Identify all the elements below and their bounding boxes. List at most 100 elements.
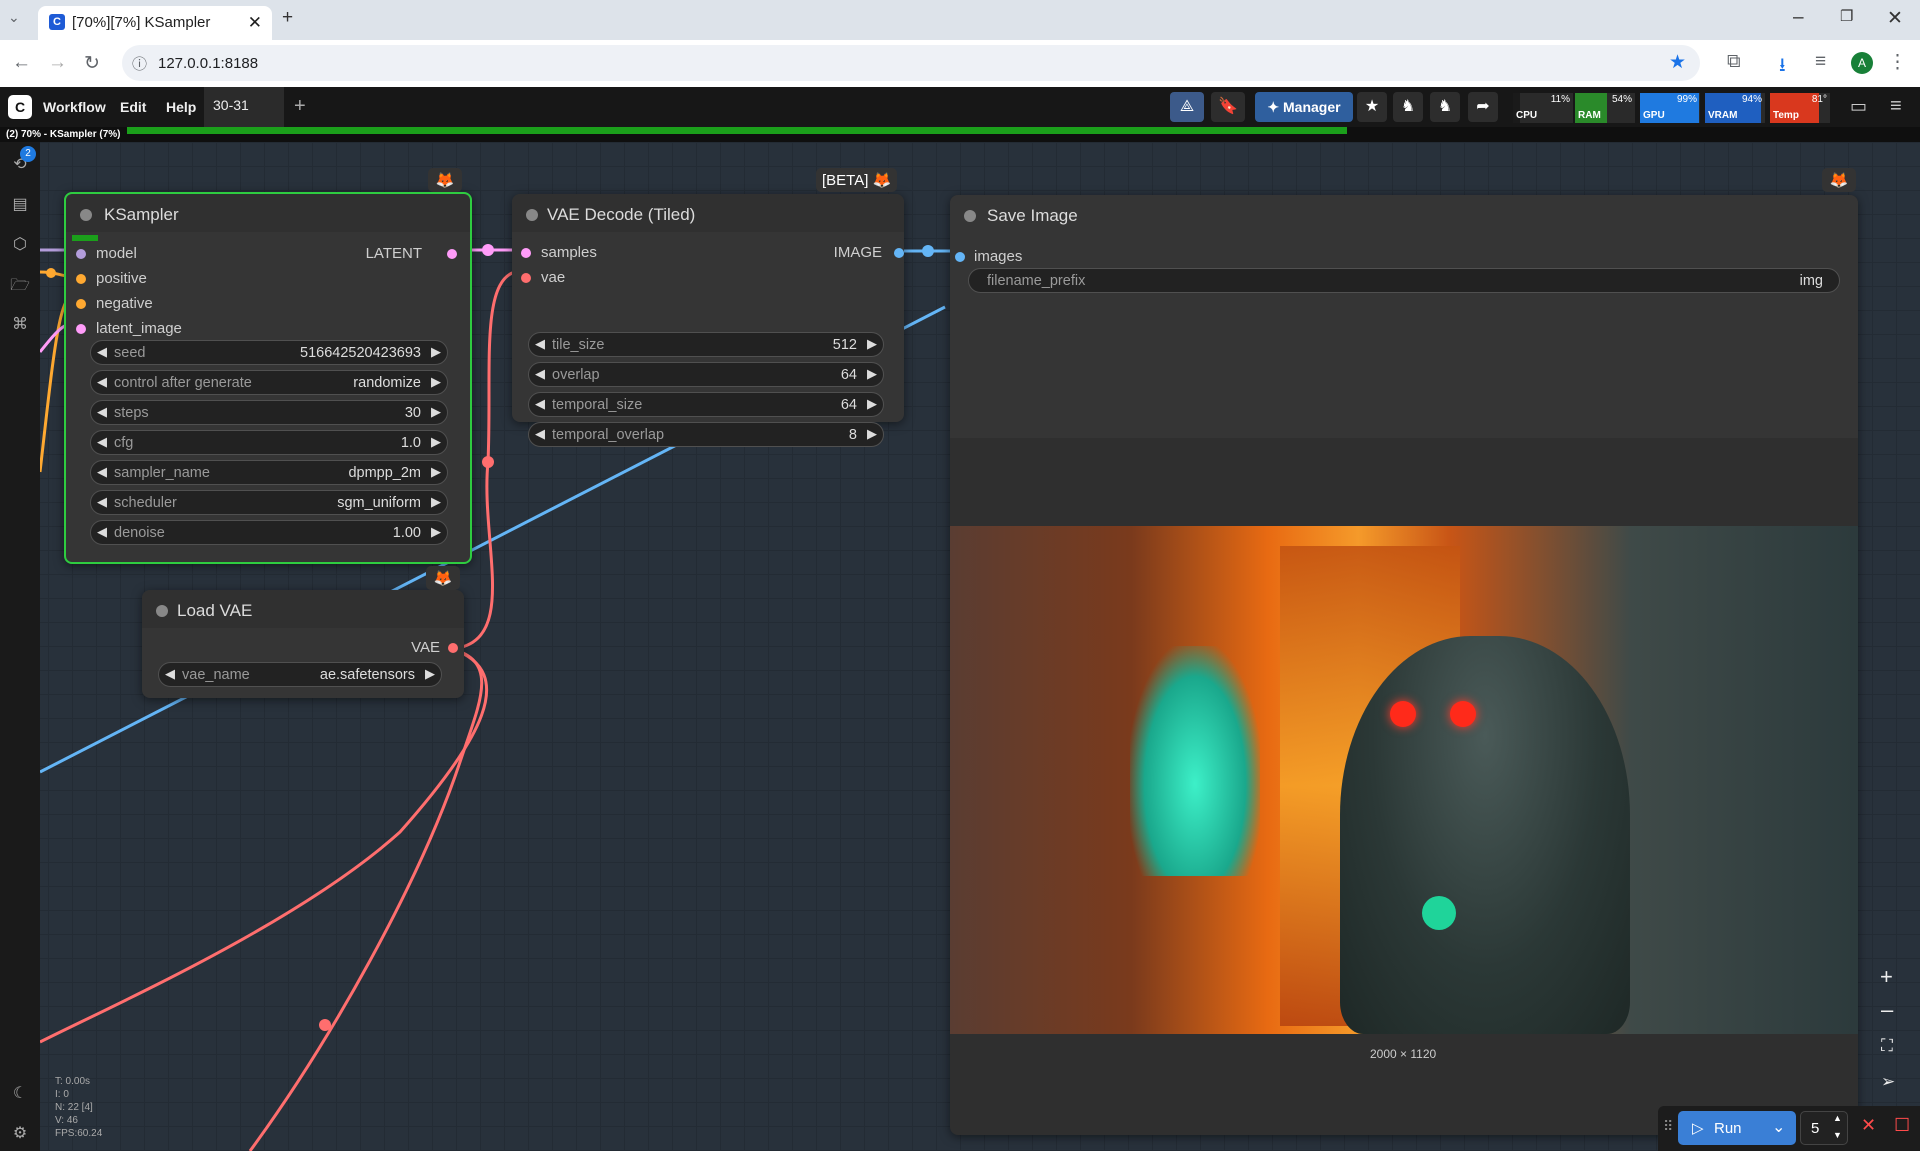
menu-edit[interactable]: Edit <box>120 99 146 115</box>
decrement-arrow-icon[interactable]: ◀ <box>97 494 107 510</box>
widget-control-after-generate[interactable]: ◀ control after generate randomize ▶ <box>90 370 448 395</box>
widget-sampler-name[interactable]: ◀ sampler_name dpmpp_2m ▶ <box>90 460 448 485</box>
menu-workflow[interactable]: Workflow <box>43 99 106 115</box>
select-mode-icon[interactable]: ➢ <box>1881 1072 1895 1092</box>
widget-seed[interactable]: ◀ seed 516642520423693 ▶ <box>90 340 448 365</box>
increment-arrow-icon[interactable]: ▶ <box>431 524 441 540</box>
load-vae-node[interactable]: Load VAE VAE ◀ vae_name ae.safetensors ▶ <box>142 590 464 698</box>
zoom-out-icon[interactable]: – <box>1881 997 1893 1023</box>
restore-icon[interactable]: ❐ <box>1840 7 1853 25</box>
decrement-arrow-icon[interactable]: ◀ <box>97 524 107 540</box>
ksampler-node[interactable]: KSampler model positive negative latent_ima… <box>64 192 472 564</box>
manager-button[interactable]: ✦ Manager <box>1255 92 1353 122</box>
save-image-header[interactable]: Save Image <box>950 195 1858 233</box>
download-icon[interactable]: ⭳ <box>1779 51 1786 83</box>
run-button[interactable]: ▷ Run ⌄ <box>1678 1111 1796 1145</box>
output-latent-socket[interactable] <box>447 249 457 259</box>
input-latent-image-socket[interactable] <box>76 324 86 334</box>
browser-menu-icon[interactable]: ⋮ <box>1888 51 1907 74</box>
star-icon[interactable]: ★ <box>1357 92 1387 122</box>
templates-icon[interactable]: ⌘ <box>10 314 30 334</box>
decrement-arrow-icon[interactable]: ◀ <box>97 374 107 390</box>
widget-steps[interactable]: ◀ steps 30 ▶ <box>90 400 448 425</box>
output-image-socket[interactable] <box>894 248 904 258</box>
bookmark-star-icon[interactable]: ★ <box>1669 51 1686 74</box>
node-library-icon[interactable]: ▤ <box>10 194 30 214</box>
save-image-node[interactable]: Save Image images filename_prefix img 20… <box>950 195 1858 1135</box>
increment-arrow-icon[interactable]: ▶ <box>431 494 441 510</box>
decrement-arrow-icon[interactable]: ◀ <box>97 404 107 420</box>
collapse-dot[interactable] <box>964 210 976 222</box>
filename-prefix-field[interactable]: filename_prefix img <box>968 268 1840 293</box>
widget-tile-size[interactable]: ◀ tile_size 512 ▶ <box>528 332 884 357</box>
fit-view-icon[interactable]: ⛶ <box>1881 1036 1893 1056</box>
window-close-icon[interactable]: ✕ <box>1887 7 1903 30</box>
decrement-arrow-icon[interactable]: ◀ <box>535 336 545 352</box>
vae-name-combo[interactable]: ◀ vae_name ae.safetensors ▶ <box>158 662 442 687</box>
increment-arrow-icon[interactable]: ▶ <box>867 426 877 442</box>
increment-arrow-icon[interactable]: ▶ <box>431 344 441 360</box>
drag-handle-icon[interactable]: ⠿ <box>1663 1118 1673 1135</box>
decrement-arrow-icon[interactable]: ◀ <box>97 344 107 360</box>
bookmark-icon[interactable]: 🔖 <box>1211 92 1245 122</box>
new-tab-icon[interactable]: + <box>282 7 293 29</box>
decrement-arrow-icon[interactable]: ◀ <box>97 464 107 480</box>
widget-temporal-overlap[interactable]: ◀ temporal_overlap 8 ▶ <box>528 422 884 447</box>
input-negative-socket[interactable] <box>76 299 86 309</box>
widget-cfg[interactable]: ◀ cfg 1.0 ▶ <box>90 430 448 455</box>
menu-help[interactable]: Help <box>166 99 196 115</box>
vae-decode-node[interactable]: VAE Decode (Tiled) samples vae IMAGE ◀ til… <box>512 194 904 447</box>
profile-avatar[interactable]: A <box>1851 52 1873 74</box>
widget-temporal-size[interactable]: ◀ temporal_size 64 ▶ <box>528 392 884 417</box>
extensions-icon[interactable]: ⧉ <box>1727 51 1741 73</box>
widget-scheduler[interactable]: ◀ scheduler sgm_uniform ▶ <box>90 490 448 515</box>
stop-icon[interactable]: ☐ <box>1894 1115 1910 1136</box>
cat2-icon[interactable]: ♞ <box>1430 92 1460 122</box>
minimize-icon[interactable]: – <box>1793 7 1804 29</box>
forward-icon[interactable]: → <box>48 52 67 74</box>
decrement-arrow-icon[interactable]: ◀ <box>165 666 175 682</box>
workflows-folder-icon[interactable]: 🗁 <box>10 274 30 294</box>
run-options-chevron-icon[interactable]: ⌄ <box>1772 1117 1785 1137</box>
decrement-arrow-icon[interactable]: ◀ <box>535 366 545 382</box>
collapse-dot[interactable] <box>80 209 92 221</box>
cat-icon[interactable]: ♞ <box>1393 92 1423 122</box>
decrement-arrow-icon[interactable]: ◀ <box>535 426 545 442</box>
theme-toggle-icon[interactable]: ☾ <box>10 1083 30 1103</box>
cancel-icon[interactable]: ✕ <box>1861 1115 1876 1136</box>
increment-arrow-icon[interactable]: ▶ <box>867 396 877 412</box>
comfy-logo-icon[interactable]: C <box>8 95 32 119</box>
increment-arrow-icon[interactable]: ▶ <box>431 434 441 450</box>
increment-arrow-icon[interactable]: ▶ <box>867 336 877 352</box>
input-model-socket[interactable] <box>76 249 86 259</box>
input-samples-socket[interactable] <box>521 248 531 258</box>
ksampler-header[interactable]: KSampler <box>66 194 470 232</box>
increment-arrow-icon[interactable]: ▶ <box>431 404 441 420</box>
decrement-icon[interactable]: ▼ <box>1833 1130 1842 1140</box>
add-workflow-icon[interactable]: + <box>294 95 306 118</box>
input-positive-socket[interactable] <box>76 274 86 284</box>
media-icon[interactable]: ≡ <box>1815 51 1826 73</box>
share-icon[interactable]: ➦ <box>1468 92 1498 122</box>
collapse-dot[interactable] <box>156 605 168 617</box>
input-images-socket[interactable] <box>955 252 965 262</box>
browser-tab[interactable]: C [70%][7%] KSampler ✕ <box>38 6 272 40</box>
widget-overlap[interactable]: ◀ overlap 64 ▶ <box>528 362 884 387</box>
input-vae-socket[interactable] <box>521 273 531 283</box>
increment-arrow-icon[interactable]: ▶ <box>431 374 441 390</box>
vae-decode-header[interactable]: VAE Decode (Tiled) <box>512 194 904 232</box>
increment-arrow-icon[interactable]: ▶ <box>431 464 441 480</box>
decrement-arrow-icon[interactable]: ◀ <box>97 434 107 450</box>
reload-icon[interactable]: ↻ <box>84 52 100 75</box>
generated-image[interactable] <box>950 526 1858 1034</box>
batch-count-stepper[interactable]: 5 ▲ ▼ <box>1800 1111 1848 1145</box>
decrement-arrow-icon[interactable]: ◀ <box>535 396 545 412</box>
close-tab-icon[interactable]: ✕ <box>248 13 262 33</box>
output-vae-socket[interactable] <box>448 643 458 653</box>
collapse-dot[interactable] <box>526 209 538 221</box>
comfy-icon-button[interactable]: ⟁ <box>1170 92 1204 122</box>
graph-canvas[interactable]: KSampler model positive negative latent_ima… <box>0 142 1920 1151</box>
widget-denoise[interactable]: ◀ denoise 1.00 ▶ <box>90 520 448 545</box>
increment-icon[interactable]: ▲ <box>1833 1113 1842 1123</box>
panel-toggle-icon[interactable]: ▭ <box>1850 96 1867 117</box>
